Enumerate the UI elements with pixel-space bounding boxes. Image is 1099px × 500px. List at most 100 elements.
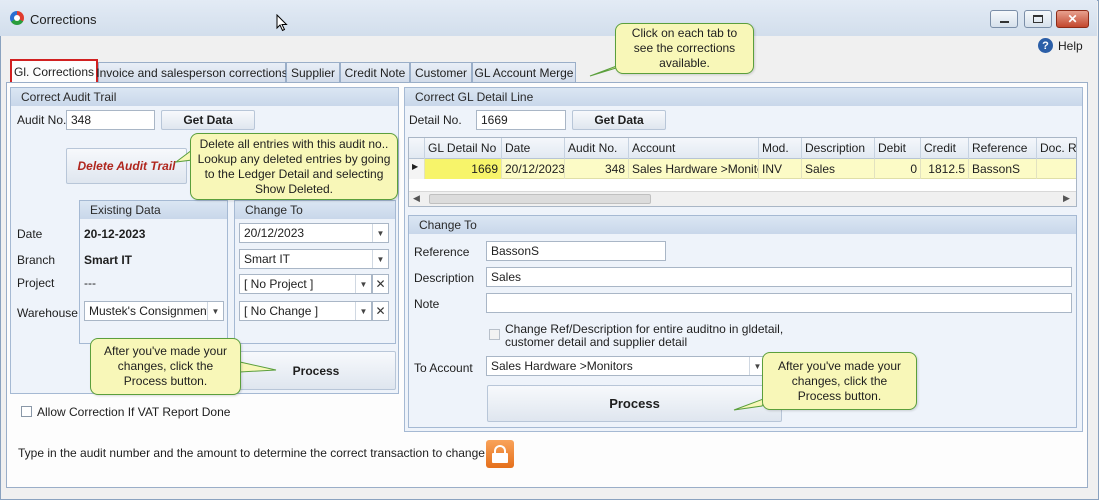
tab-customer[interactable]: Customer (410, 62, 472, 82)
cell-doc-ref[interactable] (1037, 159, 1076, 179)
mouse-cursor-icon (276, 14, 288, 32)
minimize-icon (999, 21, 1009, 23)
column-header[interactable]: Doc. Re (1037, 138, 1076, 159)
tooltip-process-left: After you've made your changes, click th… (90, 338, 241, 395)
detail-no-input[interactable]: 1669 (476, 110, 566, 130)
row-pointer-icon: ▶ (409, 159, 425, 179)
existing-branch: Smart IT (84, 253, 133, 267)
chevron-down-icon[interactable]: ▼ (355, 275, 371, 293)
column-header[interactable]: Credit (921, 138, 969, 159)
change-branch-value: Smart IT (244, 252, 291, 266)
audit-no-label: Audit No. (17, 113, 67, 127)
cell-description[interactable]: Sales (802, 159, 875, 179)
tooltip-process-right: After you've made your changes, click th… (762, 352, 917, 410)
horizontal-scrollbar[interactable]: ◀ ▶ (409, 191, 1076, 206)
title-bar (0, 0, 1097, 36)
change-to-header: Change To (235, 201, 395, 219)
tab-credit-note[interactable]: Credit Note (340, 62, 410, 82)
column-header[interactable]: Description (802, 138, 875, 159)
existing-date: 20-12-2023 (84, 227, 146, 241)
get-data-button-audit[interactable]: Get Data (161, 110, 255, 130)
delete-audit-trail-button[interactable]: Delete Audit Trail (66, 148, 187, 184)
reference-label: Reference (414, 245, 470, 259)
tab-invoice-salesperson[interactable]: Invoice and salesperson corrections (96, 62, 288, 82)
column-header[interactable]: Debit (875, 138, 921, 159)
change-to-title: Change To (409, 216, 1076, 234)
column-header[interactable]: GL Detail No (425, 138, 502, 159)
description-input[interactable]: Sales (486, 267, 1072, 287)
audit-no-input[interactable]: 348 (66, 110, 155, 130)
existing-warehouse-value: Mustek's Consignment... (89, 304, 221, 318)
scrollbar-thumb[interactable] (429, 194, 651, 204)
maximize-button[interactable] (1024, 10, 1052, 28)
change-warehouse-value: [ No Change ] (244, 304, 319, 318)
column-header[interactable]: Mod. (759, 138, 802, 159)
note-label: Note (414, 297, 440, 311)
maximize-icon (1033, 15, 1043, 23)
tooltip-delete: Delete all entries with this audit no.. … (190, 133, 398, 200)
cell-reference[interactable]: BassonS (969, 159, 1037, 179)
note-input[interactable] (486, 293, 1072, 313)
chevron-down-icon[interactable]: ▼ (372, 224, 388, 242)
to-account-select[interactable]: Sales Hardware >Monitors ▼ (486, 356, 766, 376)
existing-data-header: Existing Data (80, 201, 227, 219)
detail-no-label: Detail No. (409, 113, 462, 127)
existing-warehouse-select[interactable]: Mustek's Consignment... ▼ (84, 301, 224, 321)
change-branch-select[interactable]: Smart IT ▼ (239, 249, 389, 269)
change-date-picker[interactable]: 20/12/2023 ▼ (239, 223, 389, 243)
allow-vat-label: Allow Correction If VAT Report Done (37, 405, 231, 419)
scroll-left-icon[interactable]: ◀ (413, 193, 420, 204)
clear-icon: ✕ (375, 277, 386, 291)
change-ref-label-line2: customer detail and supplier detail (505, 335, 688, 349)
help-button[interactable]: ? Help (1038, 38, 1083, 53)
tab-gl-account-merge[interactable]: GL Account Merge (472, 62, 576, 82)
reference-input[interactable]: BassonS (486, 241, 666, 261)
clear-project-button[interactable]: ✕ (372, 274, 389, 294)
description-label: Description (414, 271, 475, 285)
lock-icon[interactable] (486, 440, 514, 468)
column-header[interactable]: Date (502, 138, 565, 159)
gl-detail-title: Correct GL Detail Line (405, 88, 1082, 106)
tooltip-tabs: Click on each tab to see the corrections… (615, 23, 754, 74)
branch-label: Branch (17, 253, 56, 267)
change-date-value: 20/12/2023 (244, 226, 305, 240)
to-account-label: To Account (414, 361, 473, 375)
column-header[interactable]: Audit No. (565, 138, 629, 159)
footer-hint: Type in the audit number and the amount … (18, 446, 485, 460)
close-button[interactable]: ✕ (1056, 10, 1089, 28)
cell-date[interactable]: 20/12/2023 (502, 159, 565, 179)
column-header[interactable]: Reference (969, 138, 1037, 159)
clear-warehouse-button[interactable]: ✕ (372, 301, 389, 321)
chevron-down-icon[interactable]: ▼ (372, 250, 388, 268)
project-label: Project (17, 276, 55, 290)
app-logo-icon (10, 11, 24, 25)
to-account-value: Sales Hardware >Monitors (491, 359, 633, 373)
get-data-button-detail[interactable]: Get Data (572, 110, 666, 130)
grid-header: GL Detail No Date Audit No. Account Mod.… (409, 138, 1076, 159)
chevron-down-icon[interactable]: ▼ (207, 302, 223, 320)
tab-supplier[interactable]: Supplier (286, 62, 340, 82)
change-project-value: [ No Project ] (244, 277, 314, 291)
tooltip-pointer (239, 361, 277, 373)
cell-account[interactable]: Sales Hardware >Monitors (629, 159, 759, 179)
column-header[interactable]: Account (629, 138, 759, 159)
change-ref-checkbox[interactable] (489, 329, 500, 340)
existing-project: --- (84, 276, 96, 290)
chevron-down-icon[interactable]: ▼ (355, 302, 371, 320)
change-warehouse-select[interactable]: [ No Change ] ▼ (239, 301, 372, 321)
cell-audit-no[interactable]: 348 (565, 159, 629, 179)
cell-gl-detail-no[interactable]: 1669 (425, 159, 502, 179)
cell-credit[interactable]: 1812.5 (921, 159, 969, 179)
table-row[interactable]: ▶ 1669 20/12/2023 348 Sales Hardware >Mo… (409, 159, 1076, 179)
tab-gl-corrections[interactable]: Gl. Corrections (10, 59, 98, 84)
change-project-select[interactable]: [ No Project ] ▼ (239, 274, 372, 294)
help-label: Help (1058, 38, 1083, 53)
cell-debit[interactable]: 0 (875, 159, 921, 179)
minimize-button[interactable] (990, 10, 1018, 28)
scroll-right-icon[interactable]: ▶ (1063, 193, 1070, 204)
change-ref-label-line1: Change Ref/Description for entire auditn… (505, 322, 784, 336)
warehouse-label: Warehouse (17, 306, 78, 320)
cell-mod[interactable]: INV (759, 159, 802, 179)
close-icon: ✕ (1067, 12, 1078, 26)
allow-vat-checkbox[interactable] (21, 406, 32, 417)
